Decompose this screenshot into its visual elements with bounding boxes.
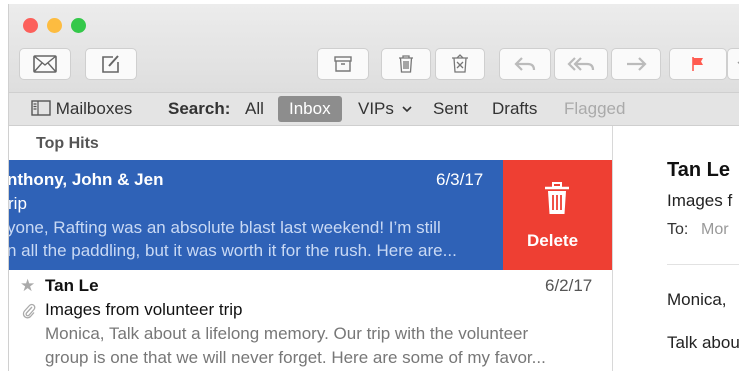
message-row[interactable]: ★ Tan Le 6/2/17 Images from volunteer tr… bbox=[9, 270, 612, 371]
chevron-down-icon bbox=[402, 106, 412, 113]
mailboxes-button[interactable]: Mailboxes bbox=[31, 99, 132, 119]
header-separator bbox=[667, 264, 739, 265]
junk-icon bbox=[452, 54, 468, 73]
vips-label: VIPs bbox=[358, 99, 394, 118]
message-date: 6/3/17 bbox=[436, 170, 484, 189]
paperclip-icon bbox=[22, 303, 36, 319]
scope-inbox-button[interactable]: Inbox bbox=[278, 96, 342, 122]
selected-message-row[interactable]: nthony, John & Jen 6/3/17 rip yone, Raft… bbox=[9, 160, 503, 270]
archive-icon bbox=[334, 56, 352, 72]
drafts-button[interactable]: Drafts bbox=[492, 99, 537, 119]
trash-icon bbox=[399, 55, 413, 73]
toolbar bbox=[9, 4, 739, 92]
message-preview-line2: group is one that we will never forget. … bbox=[45, 348, 546, 367]
message-date: 6/2/17 bbox=[545, 276, 593, 295]
forward-arrow-icon bbox=[627, 57, 647, 71]
message-preview-line1: Monica, Talk about a lifelong memory. Ou… bbox=[45, 324, 529, 343]
flag-menu-button[interactable] bbox=[727, 48, 739, 80]
search-scope-label: Search: bbox=[168, 99, 231, 118]
message-sender: nthony, John & Jen bbox=[9, 170, 164, 189]
message-preview-line1: yone, Rafting was an absolute blast last… bbox=[9, 218, 441, 237]
flagged-button[interactable]: Flagged bbox=[564, 99, 625, 119]
junk-button[interactable] bbox=[435, 48, 485, 80]
sidebar-icon bbox=[31, 100, 51, 116]
detail-to-label: To: bbox=[667, 221, 689, 238]
message-preview-line2: n all the paddling, but it was worth it … bbox=[9, 241, 457, 260]
star-icon[interactable]: ★ bbox=[20, 276, 35, 296]
reply-button[interactable] bbox=[499, 48, 551, 80]
compose-button[interactable] bbox=[85, 48, 137, 80]
swipe-delete-button[interactable]: Delete bbox=[503, 160, 612, 270]
forward-button[interactable] bbox=[611, 48, 661, 80]
detail-to-value: Mor bbox=[701, 221, 729, 238]
reply-all-icon bbox=[567, 57, 595, 71]
minimize-window-button[interactable] bbox=[47, 18, 62, 33]
scope-all-button[interactable]: All bbox=[245, 99, 264, 119]
flag-icon bbox=[692, 57, 703, 71]
message-sender: Tan Le bbox=[45, 276, 99, 295]
delete-label: Delete bbox=[527, 231, 579, 250]
message-list: Top Hits nthony, John & Jen 6/3/17 rip y… bbox=[9, 126, 612, 371]
sent-button[interactable]: Sent bbox=[433, 99, 468, 119]
archive-button[interactable] bbox=[317, 48, 369, 80]
delete-toolbar-button[interactable] bbox=[381, 48, 431, 80]
mailboxes-label: Mailboxes bbox=[55, 99, 133, 118]
flag-button[interactable] bbox=[669, 48, 727, 80]
detail-subject: Images f bbox=[667, 191, 733, 210]
compose-icon bbox=[102, 55, 119, 73]
envelope-icon bbox=[33, 55, 57, 73]
get-mail-button[interactable] bbox=[19, 48, 71, 80]
reply-all-button[interactable] bbox=[554, 48, 608, 80]
reply-icon bbox=[514, 57, 536, 71]
detail-body-line2: Talk abou bbox=[667, 333, 739, 352]
vips-button[interactable]: VIPs bbox=[358, 99, 412, 119]
message-subject: rip bbox=[9, 194, 27, 213]
trash-icon bbox=[545, 182, 569, 214]
message-subject: Images from volunteer trip bbox=[45, 300, 243, 319]
message-viewer: Tan Le Images f To: Mor Monica, Talk abo… bbox=[613, 126, 739, 371]
top-hits-header: Top Hits bbox=[36, 135, 99, 152]
detail-sender: Tan Le bbox=[667, 159, 730, 181]
zoom-window-button[interactable] bbox=[71, 18, 86, 33]
favorites-bar: Mailboxes Search: All Inbox VIPs Sent Dr… bbox=[9, 92, 739, 126]
mail-window: Mailboxes Search: All Inbox VIPs Sent Dr… bbox=[8, 4, 739, 371]
close-window-button[interactable] bbox=[23, 18, 38, 33]
detail-body-line1: Monica, bbox=[667, 290, 727, 309]
